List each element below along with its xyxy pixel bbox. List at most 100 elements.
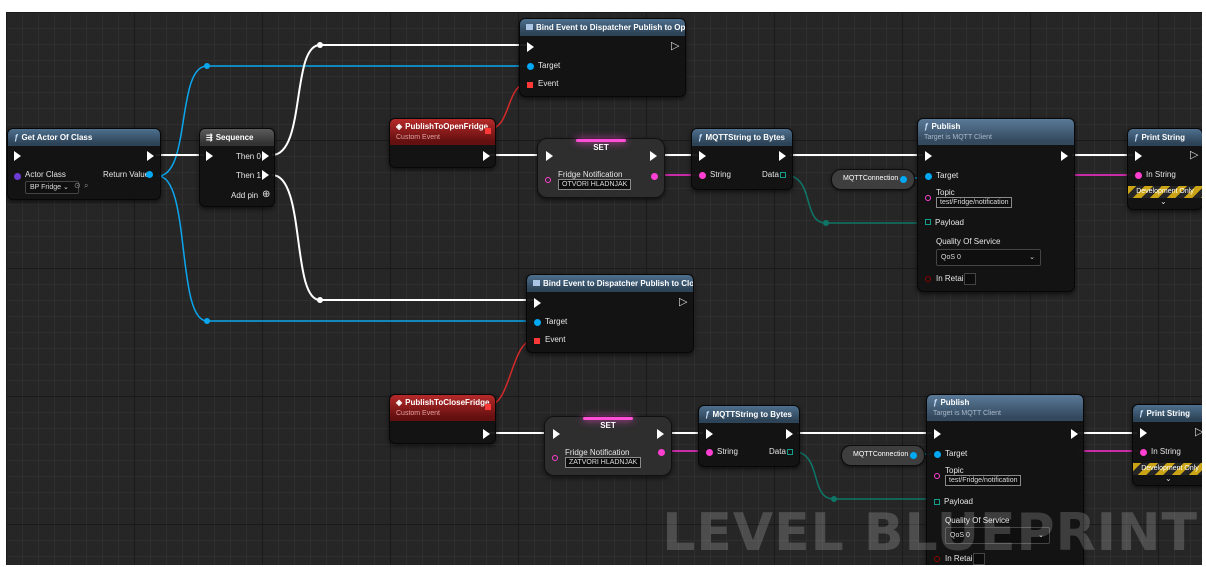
wire-knot (317, 42, 323, 48)
topic-input[interactable]: test/Fridge/notification (945, 475, 1022, 486)
string-pin[interactable] (706, 449, 713, 456)
get-actor-of-class-node[interactable]: ƒ Get Actor Of Class Actor Class Return V… (7, 128, 161, 200)
actor-class-select[interactable]: BP Fridge ⌄ (25, 181, 79, 194)
connection-out-pin[interactable] (900, 176, 907, 183)
chevron-down-icon[interactable]: ⌄ (1160, 197, 1167, 206)
in-string-pin[interactable] (1140, 449, 1147, 456)
delegate-icon (526, 24, 533, 30)
exec-out-pin[interactable] (483, 429, 490, 439)
mqtt-connection-close-var[interactable]: MQTTConnection (841, 445, 925, 466)
topic-pin[interactable] (925, 195, 931, 201)
publish-to-open-event-node[interactable]: ◈ PublishToOpenFridge Custom Event (389, 118, 496, 168)
string-out-pin[interactable] (658, 449, 665, 456)
exec-in-pin[interactable] (534, 298, 541, 308)
exec-in-pin[interactable] (934, 429, 941, 439)
exec-out-pin[interactable] (650, 151, 657, 161)
return-value-pin[interactable] (146, 171, 153, 178)
exec-out-pin[interactable]: ▷ (671, 41, 679, 52)
topic-pin[interactable] (934, 473, 940, 479)
target-pin[interactable] (527, 63, 534, 70)
actor-class-label: Actor Class (25, 170, 66, 179)
function-icon: ƒ (14, 133, 19, 142)
exec-out-pin[interactable] (1061, 151, 1068, 161)
qos-select[interactable]: QoS 0 ⌄ (936, 249, 1041, 266)
in-string-pin[interactable] (1135, 172, 1142, 179)
exec-out-pin[interactable] (147, 151, 154, 161)
node-header: ƒ Print String (1133, 405, 1202, 422)
string-in-pin[interactable] (545, 177, 551, 183)
set-notification-close-node[interactable]: SET Fridge Notification ZATVORI HLADNJAK (544, 416, 672, 476)
exec-in-pin[interactable] (699, 151, 706, 161)
fridge-notification-label: Fridge Notification (558, 170, 623, 179)
payload-pin[interactable] (925, 219, 931, 225)
blueprint-graph[interactable]: ƒ Get Actor Of Class Actor Class Return V… (6, 12, 1202, 565)
wire-knot (204, 63, 210, 69)
add-pin-label[interactable]: Add pin (231, 191, 258, 200)
actor-class-pin[interactable] (14, 173, 21, 180)
payload-label: Payload (935, 218, 964, 227)
search-icon[interactable]: ⌕ (84, 181, 88, 191)
retain-checkbox[interactable] (964, 273, 976, 285)
exec-out-pin[interactable]: ▷ (1190, 150, 1198, 161)
mqtt-string-to-bytes-open-node[interactable]: ƒ MQTTString to Bytes String Data (691, 128, 793, 190)
topic-input[interactable]: test/Fridge/notification (936, 197, 1013, 208)
in-string-label: In String (1146, 170, 1176, 179)
node-subtitle: Target is MQTT Client (924, 134, 992, 141)
node-title: Bind Event to Dispatcher Publish to Clos… (543, 279, 693, 288)
data-pin[interactable] (787, 449, 793, 455)
bind-event-open-node[interactable]: Bind Event to Dispatcher Publish to Open… (519, 18, 686, 97)
function-icon: ƒ (924, 122, 929, 131)
exec-out-pin[interactable] (1071, 429, 1078, 439)
chevron-down-icon[interactable]: ⌄ (1165, 474, 1172, 483)
node-title: Publish (931, 122, 961, 131)
mqtt-connection-open-var[interactable]: MQTTConnection (831, 169, 915, 190)
node-title: PublishToCloseFridge (405, 398, 490, 407)
event-pin[interactable] (527, 82, 533, 88)
print-string-close-node[interactable]: ƒ Print String ▷ In String Development On… (1132, 404, 1202, 486)
exec-in-pin[interactable] (527, 42, 534, 52)
then1-pin[interactable] (262, 170, 269, 180)
function-icon: ƒ (1134, 133, 1139, 142)
exec-in-pin[interactable] (925, 151, 932, 161)
exec-in-pin[interactable] (206, 151, 213, 161)
target-pin[interactable] (925, 173, 932, 180)
delegate-out-pin[interactable] (485, 128, 491, 134)
exec-out-pin[interactable] (483, 151, 490, 161)
exec-in-pin[interactable] (546, 151, 553, 161)
browse-icon[interactable]: ⊙ (74, 181, 81, 190)
data-pin[interactable] (780, 172, 786, 178)
plus-circle-icon[interactable]: ⊕ (262, 189, 270, 200)
string-in-pin[interactable] (552, 455, 558, 461)
then1-label: Then 1 (236, 171, 261, 180)
exec-in-pin[interactable] (706, 429, 713, 439)
sequence-node[interactable]: ⇶ Sequence Then 0 Then 1 Add pin ⊕ (199, 128, 275, 207)
exec-in-pin[interactable] (1140, 428, 1147, 438)
mqtt-string-to-bytes-close-node[interactable]: ƒ MQTTString to Bytes String Data (698, 405, 800, 467)
exec-in-pin[interactable] (14, 151, 21, 161)
exec-out-pin[interactable] (657, 429, 664, 439)
exec-out-pin[interactable] (779, 151, 786, 161)
connection-out-pin[interactable] (910, 452, 917, 459)
delegate-out-pin[interactable] (485, 404, 491, 410)
exec-out-pin[interactable]: ▷ (1195, 427, 1202, 438)
retain-pin[interactable] (925, 276, 931, 282)
bind-event-close-node[interactable]: Bind Event to Dispatcher Publish to Clos… (526, 274, 694, 353)
target-pin[interactable] (534, 319, 541, 326)
exec-out-pin[interactable] (786, 429, 793, 439)
target-pin[interactable] (934, 451, 941, 458)
fridge-notification-input[interactable]: ZATVORI HLADNJAK (565, 457, 642, 468)
publish-to-close-event-node[interactable]: ◈ PublishToCloseFridge Custom Event (389, 394, 496, 444)
set-notification-open-node[interactable]: SET Fridge Notification OTVORI HLADNJAK (537, 138, 665, 198)
fridge-notification-input[interactable]: OTVORI HLADNJAK (558, 179, 632, 190)
string-pin[interactable] (699, 172, 706, 179)
string-out-pin[interactable] (651, 173, 658, 180)
publish-open-node[interactable]: ƒ Publish Target is MQTT Client Target Top… (917, 118, 1075, 292)
exec-out-pin[interactable]: ▷ (679, 297, 687, 308)
print-string-open-node[interactable]: ƒ Print String ▷ In String Development On… (1127, 128, 1202, 210)
target-label: Target (936, 171, 959, 180)
exec-in-pin[interactable] (553, 429, 560, 439)
node-header: Bind Event to Dispatcher Publish to Clos… (527, 275, 693, 292)
then0-pin[interactable] (262, 151, 269, 161)
exec-in-pin[interactable] (1135, 151, 1142, 161)
event-pin[interactable] (534, 338, 540, 344)
